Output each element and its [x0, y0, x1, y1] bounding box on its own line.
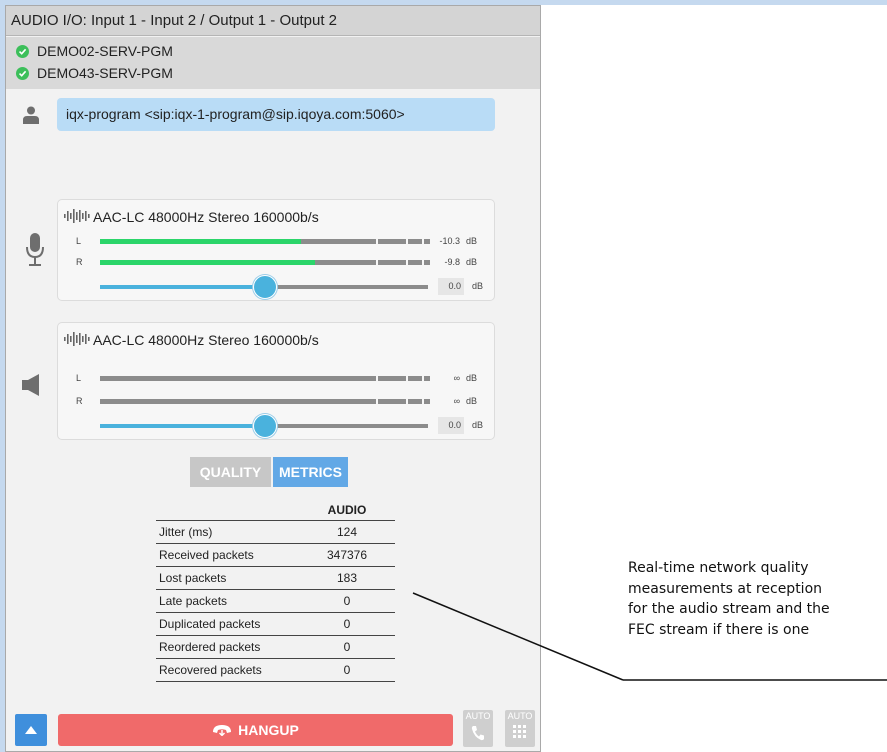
callout-line: measurements at reception	[628, 580, 823, 597]
callout-line: for the audio stream and the	[628, 601, 830, 617]
callout-line: Real-time network quality	[628, 560, 809, 576]
callout-line: FEC stream if there is one	[628, 621, 810, 638]
callout-text: Real-time network quality measurements a…	[628, 558, 887, 640]
